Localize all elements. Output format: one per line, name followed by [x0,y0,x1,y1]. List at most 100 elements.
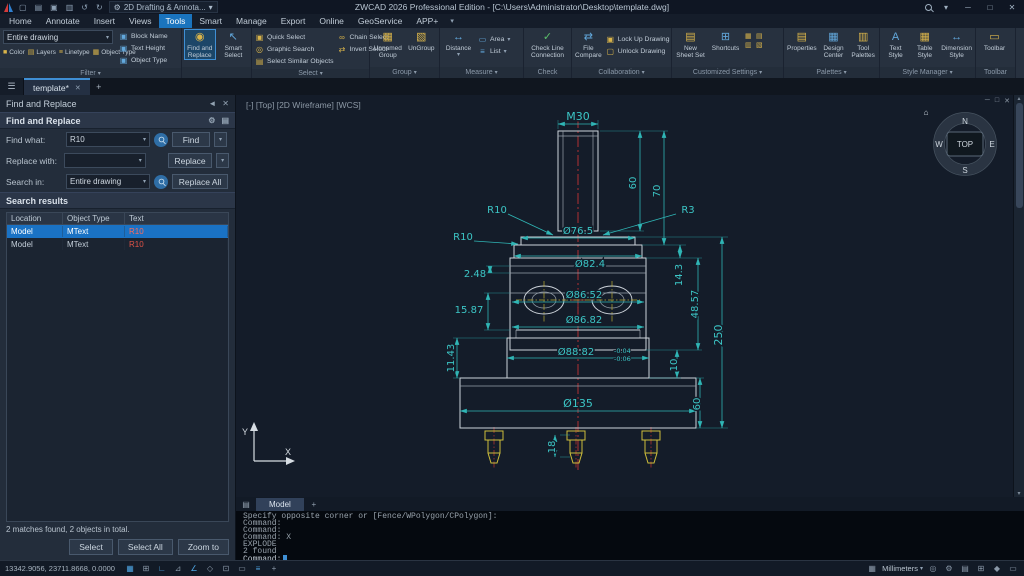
undo-icon[interactable]: ↺ [79,3,90,12]
select-all-button[interactable]: Select All [118,539,173,555]
find-and-replace-button[interactable]: ◉ Find and Replace [185,30,215,59]
group-group-label[interactable]: Group▾ [370,67,439,78]
otrack-icon[interactable]: ◇ [204,564,216,573]
column-location[interactable]: Location [7,213,63,224]
drawing-canvas[interactable]: ─ □ ✕ [-] [Top] [2D Wireframe] [WCS] [236,95,1024,497]
filter-layers-button[interactable]: ▤Layers [28,48,56,56]
palettes-group-label[interactable]: Palettes▾ [784,67,879,78]
filter-color-button[interactable]: ■Color [3,48,25,56]
search-dropdown-icon[interactable]: ▾ [938,3,954,12]
annotation-scale-icon[interactable]: ◎ [927,564,939,573]
object-type-toggle[interactable]: ▣Object Type [119,55,168,66]
selection-cycling-icon[interactable]: + [268,564,280,573]
column-object-type[interactable]: Object Type [63,213,125,224]
ungroup-button[interactable]: ▧ UnGroup [407,30,437,52]
menu-tab-tools[interactable]: Tools [159,14,193,28]
smart-select-button[interactable]: ↖ Smart Select [219,30,249,59]
document-tab-template[interactable]: template* ✕ [24,78,90,95]
toolbar-button[interactable]: ▭ Toolbar [979,30,1010,52]
find-button[interactable]: Find [172,132,210,147]
panel-options-icon[interactable]: ▤ [221,116,229,125]
table-style-button[interactable]: ▦ Table Style [912,30,937,59]
menu-tab-online[interactable]: Online [312,14,351,28]
style-manager-group-label[interactable]: Style Manager▾ [880,67,975,78]
find-what-combo[interactable]: R10 ▾ [66,132,150,147]
workspace-switcher[interactable]: ⚙ 2D Drafting & Annota... ▾ [109,1,218,13]
ortho-icon[interactable]: ∟ [156,564,168,573]
select-button[interactable]: Select [69,539,113,555]
annotation-visibility-icon[interactable]: ▤ [959,564,971,573]
graphic-search-button[interactable]: ◎Graphic Search [255,44,333,55]
minimize-button[interactable]: ─ [960,3,976,12]
units-selector[interactable]: Millimeters ▾ [882,564,923,573]
units-ruler-icon[interactable]: ▦ [866,564,878,573]
palette-close-icon[interactable]: ✕ [222,99,229,108]
table-row[interactable]: Model MText R10 [7,238,228,251]
command-line[interactable]: Specify opposite corner or [Fence/WPolyg… [236,511,1024,560]
text-height-toggle[interactable]: ▣Text Height [119,43,168,54]
check-group-label[interactable]: Check [524,67,571,78]
lock-up-drawing-button[interactable]: ▣Lock Up Drawing [606,34,670,45]
search-scope-button[interactable] [154,175,168,189]
check-line-connection-button[interactable]: ✓ Check Line Connection [527,30,568,59]
ribbon-collapse-icon[interactable]: ▾ [445,14,459,28]
search-in-combo[interactable]: Entire drawing ▾ [66,174,150,189]
scrollbar-thumb[interactable] [1016,103,1023,208]
new-file-icon[interactable]: ▢ [17,3,29,12]
unlock-drawing-button[interactable]: ▢Unlock Drawing [606,46,670,57]
filter-scope-combo[interactable]: Entire drawing ▾ [3,30,113,44]
menu-tab-views[interactable]: Views [122,14,159,28]
osnap-icon[interactable]: ∠ [188,564,200,573]
save-icon[interactable]: ▣ [48,3,60,12]
menu-tab-geoservice[interactable]: GeoService [351,14,409,28]
customize-icon[interactable]: ▤ [756,32,766,40]
new-tab-button[interactable]: + [90,78,108,95]
column-text[interactable]: Text [125,213,228,224]
properties-button[interactable]: ▤ Properties [787,30,817,52]
distance-button[interactable]: ↔ Distance ▾ [443,30,474,58]
new-sheet-set-button[interactable]: ▤ New Sheet Set [675,30,706,59]
list-button[interactable]: ≡List▾ [478,46,510,57]
viewport-minimize-icon[interactable]: ─ [985,97,990,105]
viewcube-east[interactable]: E [989,140,994,149]
customize-icon[interactable]: ▦ [745,32,755,40]
auto-hide-pin-icon[interactable]: ◄ [208,99,216,108]
viewcube-south[interactable]: S [962,166,967,175]
select-similar-button[interactable]: ▤Select Similar Objects [255,56,333,67]
block-name-toggle[interactable]: ▣Block Name [119,31,168,42]
viewcube-top-label[interactable]: TOP [957,140,973,149]
drawing-svg[interactable]: [-] [Top] [2D Wireframe] [WCS] [236,95,1024,497]
menu-tab-smart[interactable]: Smart [192,14,229,28]
viewcube-west[interactable]: W [935,140,943,149]
snap-icon[interactable]: ▦ [124,564,136,573]
new-layout-button[interactable]: + [307,500,321,509]
view-cube[interactable]: ⌂ N W E S TOP [924,108,997,176]
menu-tab-home[interactable]: Home [2,14,39,28]
toolbar-group-label[interactable]: Toolbar [976,67,1015,78]
grid-icon[interactable]: ⊞ [140,564,152,573]
search-icon[interactable] [925,4,932,11]
design-center-button[interactable]: ▦ Design Center [821,30,847,59]
settings-icon[interactable]: ⚙ [208,116,215,125]
open-file-icon[interactable]: ▤ [33,3,45,12]
customize-icon[interactable]: ▧ [756,41,766,49]
area-button[interactable]: ▭Area▾ [478,34,510,45]
quick-select-button[interactable]: ▣Quick Select [255,32,333,43]
hardware-acceleration-icon[interactable]: ◆ [991,564,1003,573]
menu-tab-manage[interactable]: Manage [229,14,274,28]
replace-dropdown-button[interactable]: ▾ [216,153,229,168]
select-group-label[interactable]: Select▾ [252,69,369,78]
replace-with-combo[interactable]: ▾ [64,153,146,168]
redo-icon[interactable]: ↻ [94,3,105,12]
scroll-down-icon[interactable]: ▾ [1017,490,1020,497]
dynamic-input-icon[interactable]: ≡ [252,564,264,573]
shortcuts-button[interactable]: ⊞ Shortcuts [710,30,741,52]
bottom-fittings[interactable] [485,431,660,463]
file-compare-button[interactable]: ⇄ File Compare [575,30,602,59]
viewport-controls-label[interactable]: [-] [Top] [2D Wireframe] [WCS] [246,100,361,110]
dimension-style-button[interactable]: ↔ Dimension Style [941,30,972,59]
menu-tab-export[interactable]: Export [274,14,313,28]
layout-list-icon[interactable]: ▤ [239,500,253,509]
find-dropdown-button[interactable]: ▾ [214,132,227,147]
menu-icon[interactable]: ☰ [0,78,24,95]
